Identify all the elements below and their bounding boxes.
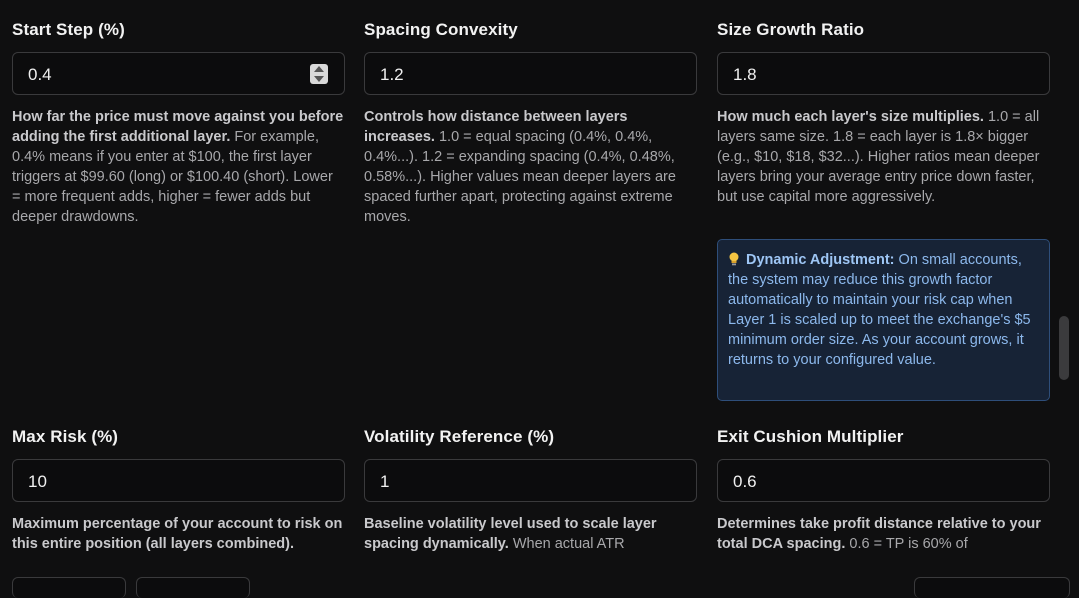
partial-button[interactable]	[914, 577, 1070, 598]
max-risk-input[interactable]: 10	[12, 459, 345, 502]
volatility-reference-description: Baseline volatility level used to scale …	[364, 516, 657, 552]
scrollbar-thumb[interactable]	[1059, 316, 1069, 380]
volatility-reference-label: Volatility Reference (%)	[364, 427, 555, 446]
spacing-convexity-description: Controls how distance between layers inc…	[364, 109, 676, 225]
number-stepper[interactable]	[310, 64, 328, 84]
spacing-convexity-value: 1.2	[380, 65, 404, 84]
start-step-description: How far the price must move against you …	[12, 109, 344, 225]
stepper-up-icon[interactable]	[314, 66, 324, 72]
max-risk-description: Maximum percentage of your account to ri…	[12, 516, 343, 552]
size-growth-ratio-input[interactable]: 1.8	[717, 52, 1050, 95]
stepper-down-icon[interactable]	[314, 76, 324, 82]
exit-cushion-multiplier-input[interactable]: 0.6	[717, 459, 1050, 502]
dynamic-adjustment-notice: Dynamic Adjustment: On small accounts, t…	[717, 239, 1050, 401]
exit-cushion-multiplier-value: 0.6	[733, 472, 757, 491]
volatility-reference-value: 1	[380, 472, 390, 491]
exit-cushion-multiplier-description: Determines take profit distance relative…	[717, 516, 1041, 552]
max-risk-value: 10	[28, 472, 47, 491]
size-growth-ratio-label: Size Growth Ratio	[717, 20, 865, 39]
volatility-reference-input[interactable]: 1	[364, 459, 697, 502]
size-growth-ratio-value: 1.8	[733, 65, 757, 84]
exit-cushion-multiplier-label: Exit Cushion Multiplier	[717, 427, 904, 446]
notice-title: Dynamic Adjustment:	[746, 252, 895, 268]
lightbulb-icon	[729, 252, 739, 266]
spacing-convexity-label: Spacing Convexity	[364, 20, 518, 39]
partial-button[interactable]	[136, 577, 250, 598]
start-step-label: Start Step (%)	[12, 20, 125, 39]
spacing-convexity-input[interactable]: 1.2	[364, 52, 697, 95]
partial-button[interactable]	[12, 577, 126, 598]
size-growth-ratio-description: How much each layer's size multiplies. 1…	[717, 109, 1040, 205]
start-step-value: 0.4	[28, 65, 52, 84]
start-step-input[interactable]: 0.4	[12, 52, 345, 95]
max-risk-label: Max Risk (%)	[12, 427, 119, 446]
notice-text: On small accounts, the system may reduce…	[728, 252, 1031, 368]
